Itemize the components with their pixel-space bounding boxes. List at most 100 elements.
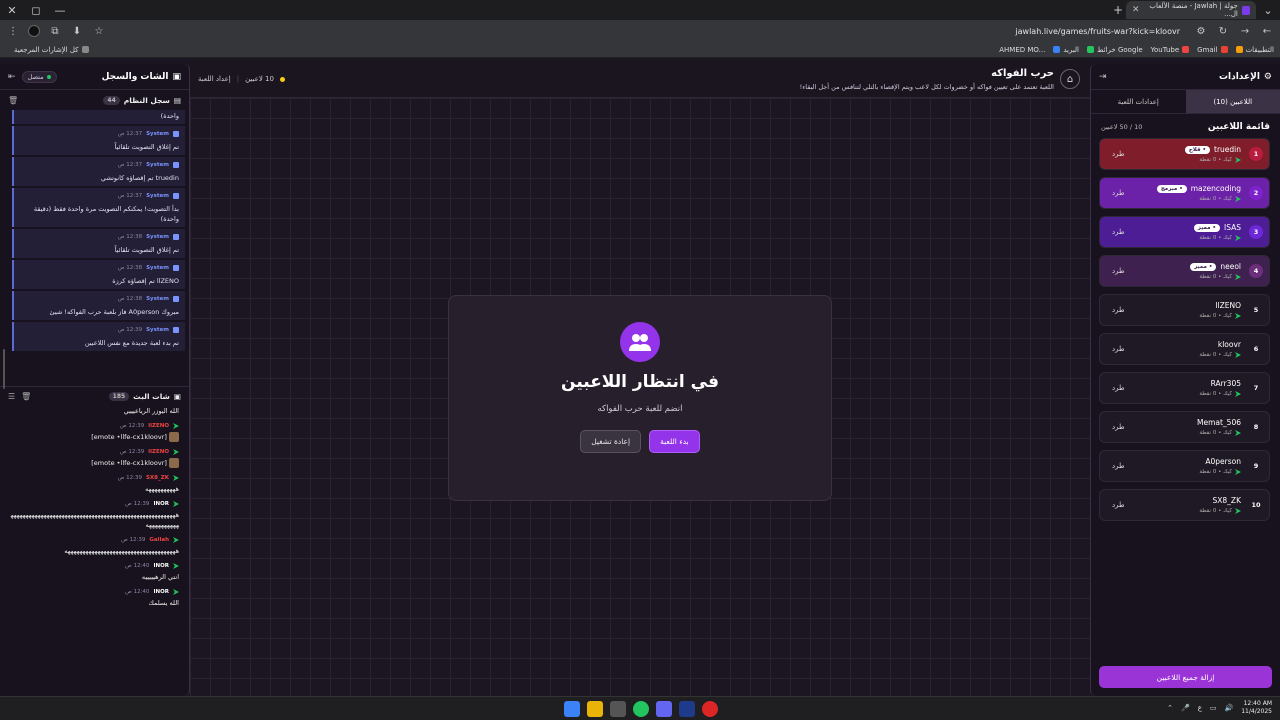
network-icon[interactable]: ▭ bbox=[1210, 704, 1217, 712]
kick-player-button[interactable]: طرد bbox=[1112, 150, 1125, 158]
game-settings-link[interactable]: إعداد اللعبة bbox=[198, 75, 231, 83]
player-rank: 7 bbox=[1253, 384, 1259, 392]
browser-tab[interactable]: جولة | Jawlah - منصة الألعاب ال... ✕ bbox=[1126, 1, 1256, 19]
syslog-scrollbar[interactable] bbox=[3, 349, 5, 389]
start-game-button[interactable]: بدء اللعبة bbox=[649, 430, 700, 453]
kick-logo-icon bbox=[1235, 274, 1241, 280]
message-meta: System 12:38 ص bbox=[20, 294, 179, 304]
player-sub: كيك • 0 نقطة bbox=[1199, 313, 1241, 319]
chrome-icon[interactable] bbox=[633, 701, 649, 717]
kick-player-button[interactable]: طرد bbox=[1112, 423, 1125, 431]
message-author: SX8_ZK bbox=[145, 475, 169, 481]
close-window-icon[interactable]: ✕ bbox=[0, 0, 24, 20]
chat-message: INOR 12:39 ص ههههههههههههههههههههههههههههه… bbox=[10, 501, 179, 530]
message-author: llZENO bbox=[148, 423, 169, 429]
tray-chevron-icon[interactable]: ⌃ bbox=[1167, 704, 1173, 712]
message-time: 12:38 ص bbox=[117, 265, 143, 271]
reload-icon[interactable]: ↻ bbox=[1216, 26, 1230, 37]
discord-icon[interactable] bbox=[656, 701, 672, 717]
site-favicon-icon bbox=[1241, 5, 1250, 15]
chat-message: INOR 12:40 ص الله يسلمك bbox=[10, 589, 179, 608]
separator: | bbox=[236, 75, 240, 83]
syslog-message: System 12:37 ص بدأ التصويت! يمكنكم التصويت… bbox=[12, 188, 185, 227]
kick-player-button[interactable]: طرد bbox=[1112, 384, 1125, 392]
settings-app-icon[interactable] bbox=[610, 701, 626, 717]
filter-icon[interactable]: ☰ bbox=[8, 392, 15, 401]
app-icon[interactable] bbox=[702, 701, 718, 717]
site-info-icon[interactable]: ⚙ bbox=[1194, 26, 1208, 37]
kick-logo-icon bbox=[173, 423, 179, 429]
bookmark-gmail[interactable]: Gmail bbox=[1197, 46, 1228, 54]
players-list-title: قائمة اللاعبين bbox=[1207, 122, 1270, 132]
bookmark-star-icon[interactable]: ☆ bbox=[92, 26, 106, 37]
player-name: A0person bbox=[1205, 457, 1241, 466]
message-author: System bbox=[146, 327, 169, 333]
back-icon[interactable]: ← bbox=[1260, 26, 1274, 37]
clear-chat-icon[interactable]: 🗑 bbox=[21, 392, 31, 401]
extensions-icon[interactable]: ⧉ bbox=[48, 26, 62, 37]
waiting-card: في انتظار اللاعبين انضم للعبة حرب الفواك… bbox=[448, 295, 832, 501]
tab-players[interactable]: اللاعبين (10) bbox=[1185, 90, 1280, 113]
kick-player-button[interactable]: طرد bbox=[1112, 306, 1125, 314]
restore-window-icon[interactable]: ◻ bbox=[24, 0, 48, 20]
message-time: 12:40 ص bbox=[125, 563, 150, 569]
maps-icon bbox=[1087, 46, 1095, 53]
kick-player-button[interactable]: طرد bbox=[1112, 228, 1125, 236]
player-name-line: ISAS • مميز bbox=[1193, 223, 1241, 232]
tab-title: جولة | Jawlah - منصة الألعاب ال... bbox=[1149, 2, 1238, 18]
bookmark-mail[interactable]: البريد bbox=[1053, 46, 1079, 54]
game-description: اللعبة تعتمد على تعيين فواكه أو خضروات ل… bbox=[799, 83, 1054, 91]
system-icon bbox=[173, 131, 179, 137]
forward-icon[interactable]: → bbox=[1238, 26, 1252, 37]
player-sub: كيك • 0 نقطة bbox=[1199, 352, 1241, 358]
message-time: 12:39 ص bbox=[117, 475, 142, 481]
remove-all-players-button[interactable]: إزالة جميع اللاعبين bbox=[1099, 666, 1272, 688]
close-tab-icon[interactable]: ✕ bbox=[1132, 5, 1140, 15]
language-indicator[interactable]: ع bbox=[1198, 704, 1202, 712]
clock[interactable]: 12:40 AM 11/4/2025 bbox=[1241, 700, 1272, 716]
profile-avatar[interactable] bbox=[28, 25, 40, 37]
players-list: 1 truedin • قلاج كيك • 0 نقطة طرد 2 mazencodin… bbox=[1091, 138, 1280, 521]
message-text: llZENO تم إقصاؤه كرزة bbox=[112, 277, 179, 285]
collapse-settings-icon[interactable]: ⇥ bbox=[1099, 72, 1107, 82]
player-rank: 9 bbox=[1253, 462, 1259, 470]
downloads-icon[interactable]: ⬇ bbox=[70, 26, 84, 37]
tab-search-icon[interactable]: ⌄ bbox=[1256, 0, 1280, 20]
message-text: تم إغلاق التصويت تلقائياً bbox=[114, 246, 179, 254]
kick-player-button[interactable]: طرد bbox=[1112, 501, 1125, 509]
bookmark-maps[interactable]: خرائط Google bbox=[1087, 46, 1143, 54]
bookmark-youtube[interactable]: YouTube bbox=[1151, 46, 1190, 54]
bookmark-ahmed[interactable]: AHMED MO... bbox=[999, 46, 1045, 54]
collapse-panel-icon[interactable]: ⇤ bbox=[8, 72, 16, 82]
message-text: انتي الرهيييييه bbox=[141, 573, 179, 581]
minimize-window-icon[interactable]: — bbox=[48, 0, 72, 20]
tab-game-settings[interactable]: إعدادات اللعبة bbox=[1091, 90, 1186, 113]
kick-player-button[interactable]: طرد bbox=[1112, 462, 1125, 470]
message-author: System bbox=[146, 131, 169, 137]
kick-player-button[interactable]: طرد bbox=[1112, 189, 1125, 197]
player-row: 7 RArr305 كيك • 0 نقطة طرد bbox=[1099, 372, 1270, 404]
mic-icon[interactable]: 🎤 bbox=[1181, 704, 1190, 712]
clear-syslog-icon[interactable]: 🗑 bbox=[8, 96, 18, 105]
chat-title: ▣ الشات والسجل bbox=[101, 71, 181, 82]
syslog-message: System 12:38 ص تم إغلاق التصويت تلقائياً bbox=[12, 229, 185, 258]
player-row: 2 mazencoding • مبرمج كيك • 0 نقطة طرد bbox=[1099, 177, 1270, 209]
kick-logo-icon bbox=[1235, 391, 1241, 397]
windows-start-icon[interactable] bbox=[564, 701, 580, 717]
bookmark-apps[interactable]: التطبيقات bbox=[1235, 46, 1274, 54]
restart-button[interactable]: إعادة تشغيل bbox=[580, 430, 642, 453]
kick-player-button[interactable]: طرد bbox=[1112, 345, 1125, 353]
home-button[interactable]: ⌂ bbox=[1060, 69, 1080, 89]
emote-icon bbox=[169, 458, 179, 468]
new-tab-button[interactable]: + bbox=[1110, 3, 1126, 17]
url-field[interactable]: jawlah.live/games/fruits-war?kick=kloovr bbox=[114, 27, 1186, 36]
file-explorer-icon[interactable] bbox=[587, 701, 603, 717]
kick-player-button[interactable]: طرد bbox=[1112, 267, 1125, 275]
steam-icon[interactable] bbox=[679, 701, 695, 717]
system-icon bbox=[173, 265, 179, 271]
players-count: 10 لاعبين bbox=[245, 75, 274, 83]
menu-dots-icon[interactable]: ⋮ bbox=[6, 26, 20, 37]
all-bookmarks[interactable]: كل الإشارات المرجعية bbox=[14, 46, 89, 54]
volume-icon[interactable]: 🔊 bbox=[1225, 704, 1234, 712]
chat-message: Gallah 12:39 ص ههههههههههههههههههههههههههه… bbox=[10, 537, 179, 556]
